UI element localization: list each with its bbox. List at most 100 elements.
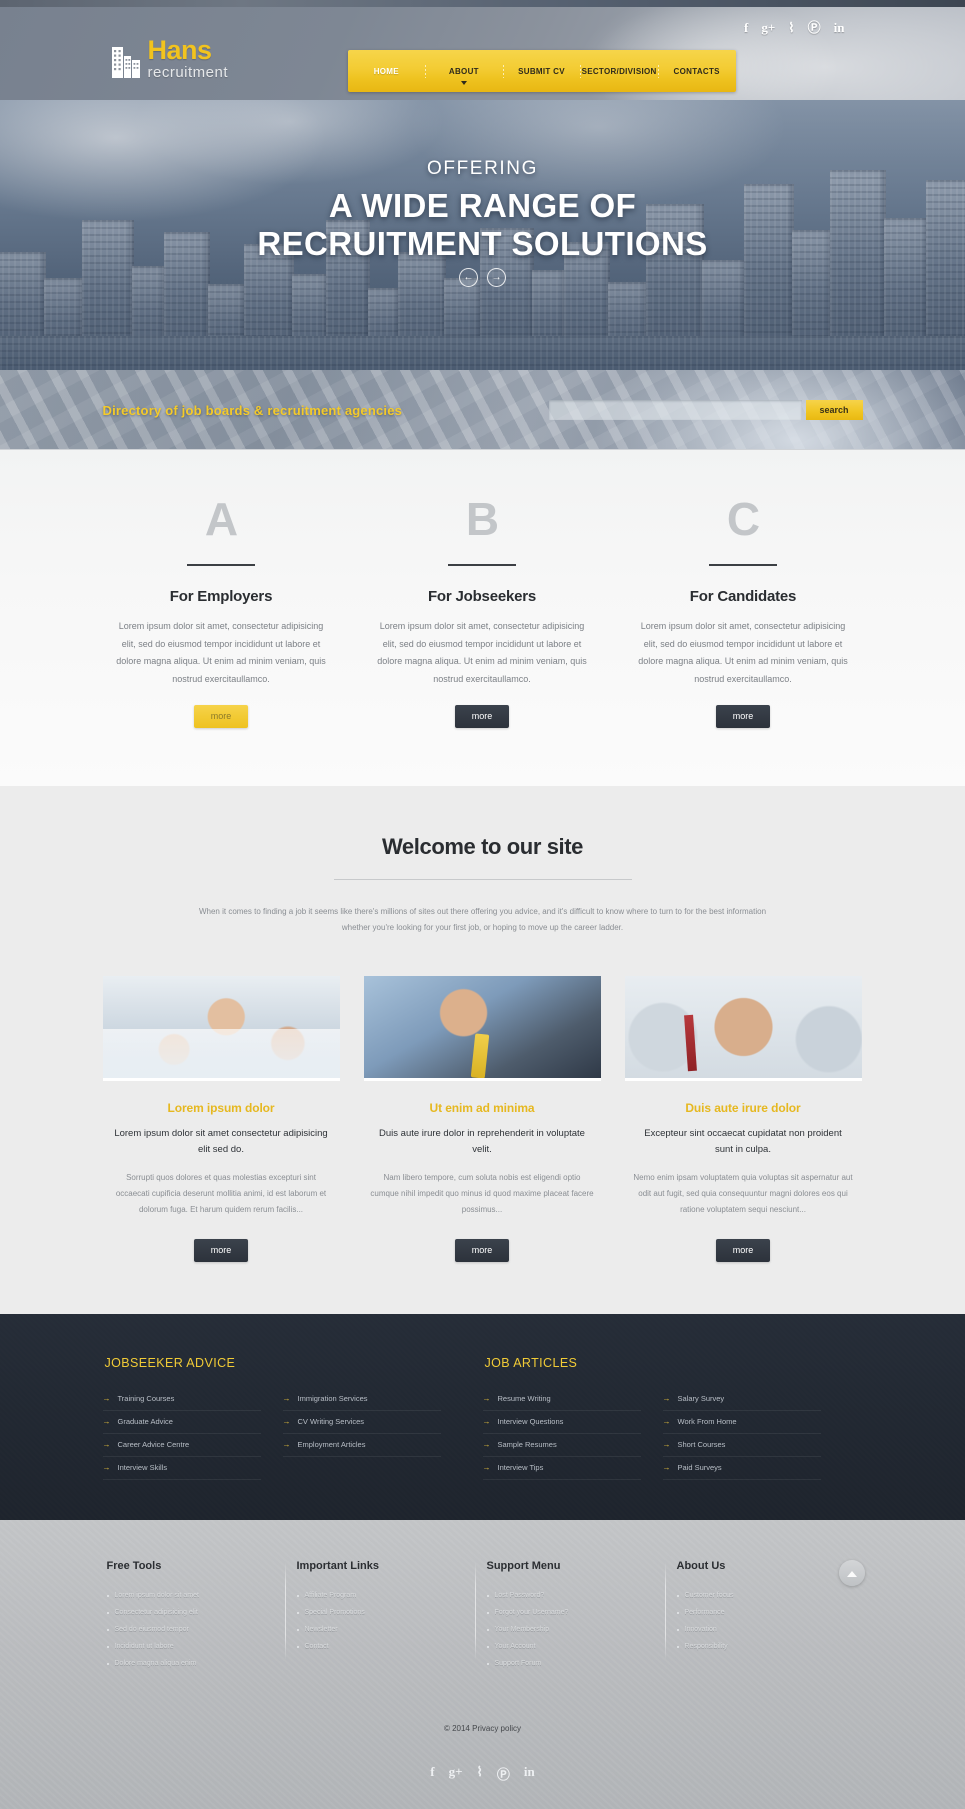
advice-link[interactable]: → Work From Home: [662, 1411, 821, 1435]
welcome-section: Welcome to our site When it comes to fin…: [0, 786, 965, 1315]
service-column-c: C For Candidates Lorem ipsum dolor sit ame…: [625, 493, 862, 729]
advice-link[interactable]: → CV Writing Services: [282, 1411, 441, 1435]
main-navigation[interactable]: HOME ABOUT SUBMIT CV SECTOR/DIVISION CONTACT…: [347, 50, 736, 92]
footer-link[interactable]: Incididunt ut labore: [106, 1638, 279, 1655]
card-body-text: Sorrupti quos dolores et quas molestias …: [115, 1173, 327, 1214]
footer-link-label: Customer focus: [684, 1592, 734, 1600]
advice-link[interactable]: → Sample Resumes: [482, 1434, 641, 1458]
advice-link[interactable]: → Immigration Services: [282, 1388, 441, 1412]
footer-link-label: Consectetur adipisicing elit: [114, 1609, 198, 1617]
rss-icon[interactable]: ⌇: [477, 1764, 483, 1783]
footer-link[interactable]: Your Account: [486, 1638, 659, 1655]
advice-link[interactable]: → Interview Questions: [482, 1411, 641, 1435]
directory-title: Directory of job boards & recruitment ag…: [102, 402, 403, 418]
google-plus-icon[interactable]: g+: [449, 1764, 463, 1783]
footer-link-label: Affiliate Program: [304, 1592, 357, 1600]
scroll-to-top-icon[interactable]: [838, 1560, 865, 1587]
card-heading[interactable]: Lorem ipsum dolor: [103, 1101, 340, 1115]
rss-icon[interactable]: ⌇: [788, 21, 794, 34]
footer-link[interactable]: Customer focus: [676, 1587, 849, 1604]
footer-link[interactable]: Support Forum: [486, 1655, 659, 1672]
footer-link[interactable]: Forgot your Username?: [486, 1604, 659, 1621]
nav-item-about[interactable]: ABOUT: [425, 64, 503, 85]
linkedin-icon[interactable]: in: [524, 1764, 535, 1783]
search-form: search: [548, 400, 863, 420]
card-more-button[interactable]: more: [715, 1239, 771, 1263]
footer-column: Support Menu Lost Password? Forgot your Us…: [474, 1560, 673, 1672]
facebook-icon[interactable]: f: [744, 21, 748, 34]
footer-link[interactable]: Newsletter: [296, 1621, 469, 1638]
bullet-icon: [676, 1611, 679, 1614]
card-lead-text: Excepteur sint occaecat cupidatat non pr…: [644, 1128, 842, 1156]
advice-link[interactable]: → Short Courses: [662, 1434, 821, 1458]
nav-item-submit-cv[interactable]: SUBMIT CV: [502, 64, 581, 79]
advice-link[interactable]: → Career Advice Centre: [102, 1434, 261, 1458]
nav-item-home[interactable]: HOME: [348, 64, 426, 79]
photo-three-businesspeople: [102, 976, 340, 1082]
advice-group-heading: JOB ARTICLES: [484, 1356, 578, 1371]
footer-columns: Free Tools Lorem ipsum dolor sit amet Cons…: [103, 1560, 863, 1672]
top-strip: [0, 0, 965, 7]
arrow-right-icon: →: [282, 1393, 291, 1403]
linkedin-icon[interactable]: in: [834, 21, 845, 34]
welcome-heading: Welcome to our site: [381, 834, 584, 860]
service-letter: C: [726, 493, 760, 545]
bullet-icon: [296, 1645, 299, 1648]
service-more-button[interactable]: more: [454, 705, 510, 729]
advice-link-label: Interview Tips: [497, 1463, 544, 1473]
footer-link[interactable]: Lorem ipsum dolor sit amet: [106, 1587, 279, 1604]
footer-link[interactable]: Performance: [676, 1604, 849, 1621]
card-heading[interactable]: Ut enim ad minima: [364, 1101, 601, 1115]
logo-subtitle: recruitment: [147, 64, 229, 81]
footer-link-label: Dolore magna aliqua enim: [114, 1660, 197, 1668]
advice-link[interactable]: → Interview Tips: [482, 1457, 641, 1481]
footer-link[interactable]: Special Promotions: [296, 1604, 469, 1621]
arrow-right-icon: →: [282, 1439, 291, 1449]
advice-link[interactable]: → Employment Articles: [282, 1434, 441, 1458]
bullet-icon: [486, 1662, 489, 1665]
card-more-button[interactable]: more: [193, 1239, 249, 1263]
facebook-icon[interactable]: f: [430, 1764, 434, 1783]
advice-links-row: JOBSEEKER ADVICE → Training Courses → Gradua…: [102, 1356, 863, 1481]
service-more-button[interactable]: more: [715, 705, 771, 729]
pinterest-icon[interactable]: Ⓟ: [497, 1764, 510, 1783]
advice-link-label: Immigration Services: [297, 1394, 368, 1404]
nav-item-sector-division[interactable]: SECTOR/DIVISION: [580, 64, 658, 79]
service-more-button[interactable]: more: [193, 705, 249, 729]
footer-link-label: Your Account: [494, 1643, 536, 1651]
service-column-b: B For Jobseekers Lorem ipsum dolor sit ame…: [364, 496, 601, 729]
footer-link[interactable]: Affiliate Program: [296, 1587, 469, 1604]
photo-businessman-on-phone: [363, 976, 601, 1082]
footer-link[interactable]: Lost Password?: [486, 1587, 659, 1604]
advice-link[interactable]: → Paid Surveys: [662, 1457, 821, 1481]
advice-link[interactable]: → Resume Writing: [482, 1388, 641, 1412]
footer-link[interactable]: Sed do eiusmod tempor: [106, 1621, 279, 1638]
site-logo[interactable]: Hans recruitment: [111, 37, 229, 80]
footer-link[interactable]: Innovation: [676, 1621, 849, 1638]
card-heading[interactable]: Duis aute irure dolor: [625, 1101, 862, 1115]
advice-link[interactable]: → Graduate Advice: [102, 1411, 261, 1435]
hero-slider: OFFERING A WIDE RANGE OF RECRUITMENT SOL…: [0, 100, 965, 370]
welcome-card: Lorem ipsum dolor Lorem ipsum dolor sit a…: [102, 976, 340, 1263]
search-input[interactable]: [548, 400, 802, 420]
footer-link-label: Incididunt ut labore: [114, 1643, 174, 1651]
footer-link[interactable]: Consectetur adipisicing elit: [106, 1604, 279, 1621]
footer-column: About Us Customer focus Performance Innovat…: [664, 1560, 863, 1672]
nav-item-contacts[interactable]: CONTACTS: [657, 64, 736, 79]
search-button[interactable]: search: [805, 400, 863, 420]
card-more-button[interactable]: more: [454, 1239, 510, 1263]
advice-link[interactable]: → Training Courses: [102, 1388, 261, 1412]
advice-link[interactable]: → Interview Skills: [102, 1457, 261, 1481]
footer-link[interactable]: Dolore magna aliqua enim: [106, 1655, 279, 1672]
advice-link[interactable]: → Salary Survey: [662, 1388, 821, 1412]
google-plus-icon[interactable]: g+: [761, 21, 775, 34]
footer-link[interactable]: Your Membership: [486, 1621, 659, 1638]
footer-link[interactable]: Contact: [296, 1638, 469, 1655]
welcome-intro-line-2: whether you're looking for your first jo…: [341, 923, 624, 933]
nav-item-label: SUBMIT CV: [518, 66, 565, 76]
nav-item-label: SECTOR/DIVISION: [581, 66, 657, 76]
pinterest-icon[interactable]: Ⓟ: [808, 21, 821, 34]
hero-next-arrow-icon[interactable]: →: [487, 268, 506, 287]
footer-link[interactable]: Responsibility: [676, 1638, 849, 1655]
hero-prev-arrow-icon[interactable]: ←: [459, 268, 478, 287]
